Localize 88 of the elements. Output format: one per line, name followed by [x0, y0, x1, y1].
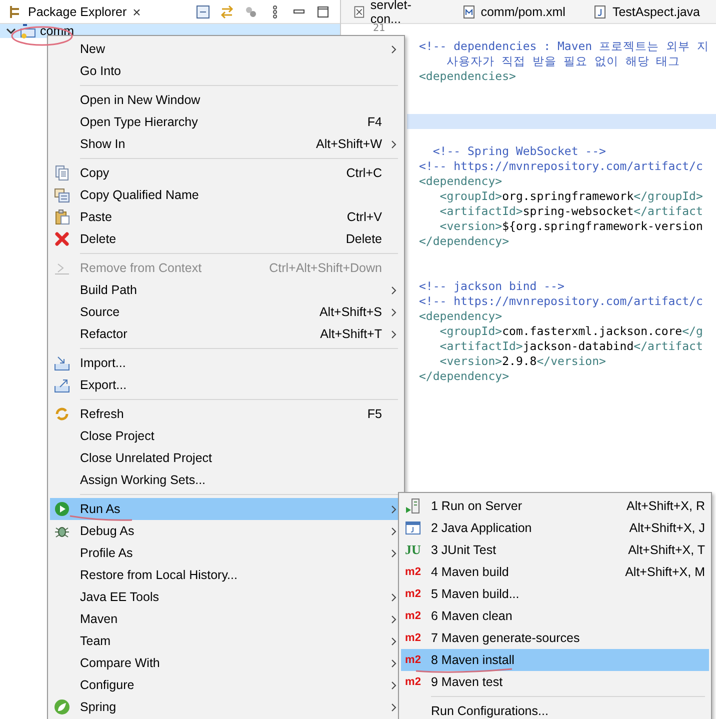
code-line: <!-- https://mvnrepository.com/artifact/c	[418, 159, 704, 174]
code-line: <groupId>com.fasterxml.jackson.core</g	[438, 324, 704, 339]
menu-item[interactable]: Go Into	[50, 60, 402, 82]
code-line: <dependency>	[418, 174, 504, 189]
menu-item[interactable]: Close Unrelated Project	[50, 447, 402, 469]
code-line: <dependency>	[418, 309, 504, 324]
code-line: <!-- Spring WebSocket -->	[432, 144, 607, 159]
menu-item[interactable]: Spring	[50, 696, 402, 718]
run-icon	[54, 501, 70, 517]
menu-item[interactable]: Build Path	[50, 279, 402, 301]
code-line: </dependency>	[418, 369, 510, 384]
menu-item[interactable]: m2 4 Maven build Alt+Shift+X, M	[401, 561, 709, 583]
menu-item[interactable]: m2 7 Maven generate-sources	[401, 627, 709, 649]
clipboard-icon	[54, 209, 70, 225]
import-icon	[54, 355, 70, 371]
menu-item[interactable]: Export...	[50, 374, 402, 396]
editor-tab[interactable]: comm/pom.xml	[450, 0, 582, 23]
code-line: <version>${org.springframework-version	[438, 219, 704, 234]
menu-item[interactable]: Source Alt+Shift+S	[50, 301, 402, 323]
menu-item[interactable]: New	[50, 38, 402, 60]
hand-drawn-circle	[10, 24, 74, 46]
code-line: <artifactId>jackson-databind</artifact	[438, 339, 704, 354]
code-line: <artifactId>spring-websocket</artifact	[438, 204, 704, 219]
maximize-icon[interactable]	[316, 4, 330, 18]
project-icon	[20, 23, 36, 39]
menu-item[interactable]: 1 Run on Server Alt+Shift+X, R	[401, 495, 709, 517]
menu-item[interactable]: m2 5 Maven build...	[401, 583, 709, 605]
maven-icon: m2	[403, 674, 423, 690]
code-line: <!-- dependencies : Maven 프로젝트는 외부 지	[418, 39, 710, 54]
menu-item[interactable]: Close Project	[50, 425, 402, 447]
menu-item[interactable]: Delete Delete	[50, 228, 402, 250]
menu-item[interactable]: Open in New Window	[50, 89, 402, 111]
menu-item[interactable]: m2 9 Maven test	[401, 671, 709, 693]
code-line: <version>2.9.8</version>	[438, 354, 607, 369]
menu-item[interactable]: Compare With	[50, 652, 402, 674]
menu-item[interactable]: Restore from Local History...	[50, 564, 402, 586]
menu-item[interactable]: Show In Alt+Shift+W	[50, 133, 402, 155]
menu-item[interactable]: Copy Qualified Name	[50, 184, 402, 206]
code-line: <!-- jackson bind -->	[418, 279, 566, 294]
menu-item[interactable]: Maven	[50, 608, 402, 630]
xml-file-icon	[353, 4, 366, 18]
menu-item[interactable]: Debug As	[50, 520, 402, 542]
code-line: </dependency>	[418, 234, 510, 249]
line-number: 21	[372, 23, 385, 34]
java-file-icon	[593, 4, 608, 18]
filter-icon[interactable]	[244, 4, 258, 18]
menu-item[interactable]: Team	[50, 630, 402, 652]
menu-item[interactable]: Assign Working Sets...	[50, 469, 402, 491]
code-line: <dependencies>	[418, 69, 517, 84]
menu-item[interactable]: Refactor Alt+Shift+T	[50, 323, 402, 345]
menu-item[interactable]: m2 6 Maven clean	[401, 605, 709, 627]
maven-icon: m2	[403, 586, 423, 602]
menu-item[interactable]: Refresh F5	[50, 403, 402, 425]
menu-item[interactable]: Copy Ctrl+C	[50, 162, 402, 184]
menu-item[interactable]: Open Type Hierarchy F4	[50, 111, 402, 133]
window-icon	[405, 520, 421, 536]
chevron-down-icon[interactable]	[6, 26, 16, 36]
maven-icon: m2	[403, 608, 423, 624]
collapse-all-icon[interactable]	[196, 4, 210, 18]
copy-icon	[54, 187, 70, 203]
menu-item[interactable]: m2 8 Maven install	[401, 649, 709, 671]
maven-icon: m2	[403, 630, 423, 646]
menu-item[interactable]: Import...	[50, 352, 402, 374]
menu-item[interactable]: Profile As	[50, 542, 402, 564]
maven-icon: m2	[403, 652, 423, 668]
leaf-icon	[54, 699, 70, 715]
export-icon	[54, 377, 70, 393]
refresh-icon	[54, 406, 70, 422]
copy-icon	[54, 165, 70, 181]
menu-item[interactable]: Paste Ctrl+V	[50, 206, 402, 228]
menu-item[interactable]: Configure	[50, 674, 402, 696]
code-line: <!-- https://mvnrepository.com/artifact/c	[418, 294, 704, 309]
panel-title[interactable]: Package Explorer	[28, 4, 127, 18]
menu-item[interactable]: JU 3 JUnit Test Alt+Shift+X, T	[401, 539, 709, 561]
menu-item[interactable]: 2 Java Application Alt+Shift+X, J	[401, 517, 709, 539]
hand-drawn-underline	[68, 514, 134, 522]
menu-item[interactable]: Java EE Tools	[50, 586, 402, 608]
close-button[interactable]: ×	[132, 4, 141, 20]
code-line: <groupId>org.springframework</groupId>	[438, 189, 704, 204]
junit-icon: JU	[403, 542, 423, 558]
maven-file-icon	[462, 4, 476, 18]
server-icon	[405, 498, 421, 514]
package-icon	[8, 4, 22, 18]
delete-icon	[54, 231, 70, 247]
maven-icon: m2	[403, 564, 423, 580]
editor-tab[interactable]: TestAspect.java	[581, 0, 716, 23]
code-line: 사용자가 직접 받을 필요 없이 해당 태그	[446, 54, 682, 69]
menu-item[interactable]: Run Configurations...	[401, 700, 709, 719]
